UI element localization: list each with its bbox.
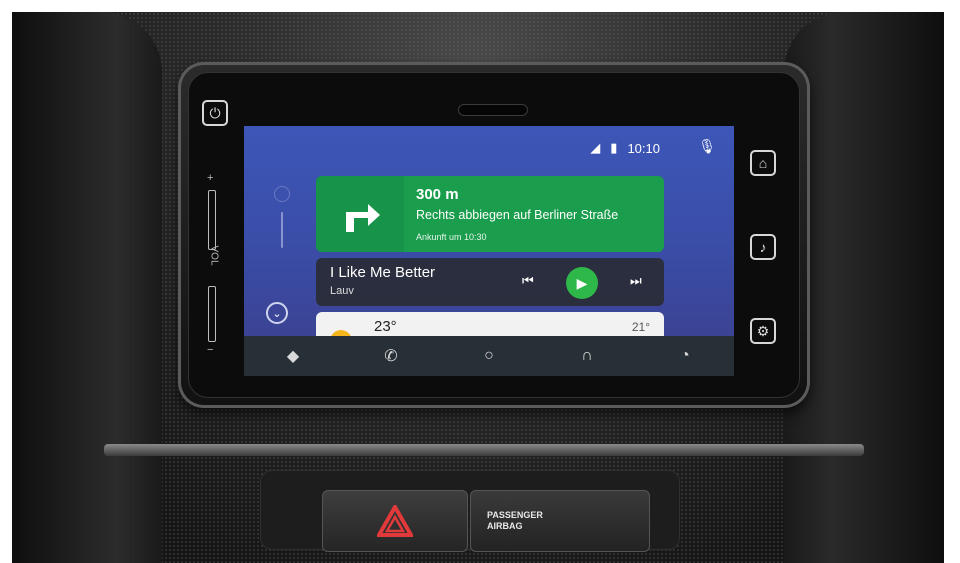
skip-next-icon[interactable]: ⏭ xyxy=(630,273,642,289)
cd-slot xyxy=(458,104,528,116)
airbag-label-line1: PASSENGER xyxy=(487,510,543,520)
scroll-indicator xyxy=(281,212,283,248)
navigation-icon[interactable]: ◆ xyxy=(273,346,313,366)
media-card[interactable]: I Like Me Better Lauv ⏮ ▶ ⏭ xyxy=(316,258,664,306)
volume-minus-icon: − xyxy=(207,344,214,356)
voice-hw-button[interactable]: ♪ xyxy=(750,234,776,260)
power-button[interactable]: ⏻ xyxy=(202,100,228,126)
home-circle-icon[interactable]: ○ xyxy=(469,347,509,365)
voice-command-icon: ♪ xyxy=(759,239,767,255)
power-icon: ⏻ xyxy=(209,104,221,121)
scroll-down-button[interactable]: ⌄ xyxy=(266,302,288,324)
settings-hw-button[interactable]: ⚙ xyxy=(750,318,776,344)
play-icon: ▶ xyxy=(576,274,588,291)
scroll-rail xyxy=(274,186,290,296)
turn-instruction: Rechts abbiegen auf Berliner Straße xyxy=(416,208,619,222)
airbag-label-line2: AIRBAG xyxy=(487,521,523,531)
settings-icon: ⚙ xyxy=(756,322,770,339)
volume-up-slider[interactable] xyxy=(208,190,216,250)
trim-strip xyxy=(104,444,864,456)
microphone-icon[interactable]: 🎙 xyxy=(698,138,716,155)
clock: 10:10 xyxy=(627,140,660,156)
home-hw-button[interactable]: ⌂ xyxy=(750,150,776,176)
skip-previous-icon[interactable]: ⏮ xyxy=(522,273,534,289)
home-icon: ⌂ xyxy=(758,155,768,171)
phone-icon[interactable]: ✆ xyxy=(371,346,411,366)
dashboard-left-panel xyxy=(12,12,162,563)
headphones-icon[interactable]: ∩ xyxy=(567,347,607,365)
artist-name: Lauv xyxy=(330,285,354,297)
volume-down-slider[interactable] xyxy=(208,286,216,342)
bottom-nav-bar: ◆ ✆ ○ ∩ ◔ xyxy=(244,336,734,376)
play-button[interactable]: ▶ xyxy=(566,267,598,299)
hazard-button[interactable] xyxy=(322,490,468,552)
turn-distance: 300 m xyxy=(416,186,459,203)
arrival-time: Ankunft um 10:30 xyxy=(416,232,487,242)
scroll-up-icon[interactable] xyxy=(274,186,290,202)
notifications-icon[interactable]: ◔ xyxy=(665,347,705,365)
photo: ⏻ + VOL − ⌂ ♪ ⚙ ◢ ▮ 10:10 🎙 ⌄ 300 m Rech… xyxy=(0,0,960,563)
navigation-card[interactable]: 300 m Rechts abbiegen auf Berliner Straß… xyxy=(316,176,664,252)
passenger-airbag-indicator: PASSENGER AIRBAG xyxy=(470,490,650,552)
volume-label: VOL xyxy=(208,245,220,266)
current-temperature: 23° xyxy=(374,318,397,335)
android-auto-screen: ◢ ▮ 10:10 🎙 ⌄ 300 m Rechts abbiegen auf … xyxy=(244,126,734,376)
signal-icon: ◢ xyxy=(590,140,601,155)
battery-icon: ▮ xyxy=(610,140,618,155)
hazard-icon xyxy=(377,505,413,537)
forecast-temperature: 21° xyxy=(631,320,650,334)
turn-right-arrow-icon xyxy=(316,176,404,252)
volume-plus-icon: + xyxy=(207,172,214,184)
status-bar: ◢ ▮ 10:10 xyxy=(590,140,660,156)
song-title: I Like Me Better xyxy=(330,264,436,281)
chevron-down-icon: ⌄ xyxy=(272,307,282,320)
